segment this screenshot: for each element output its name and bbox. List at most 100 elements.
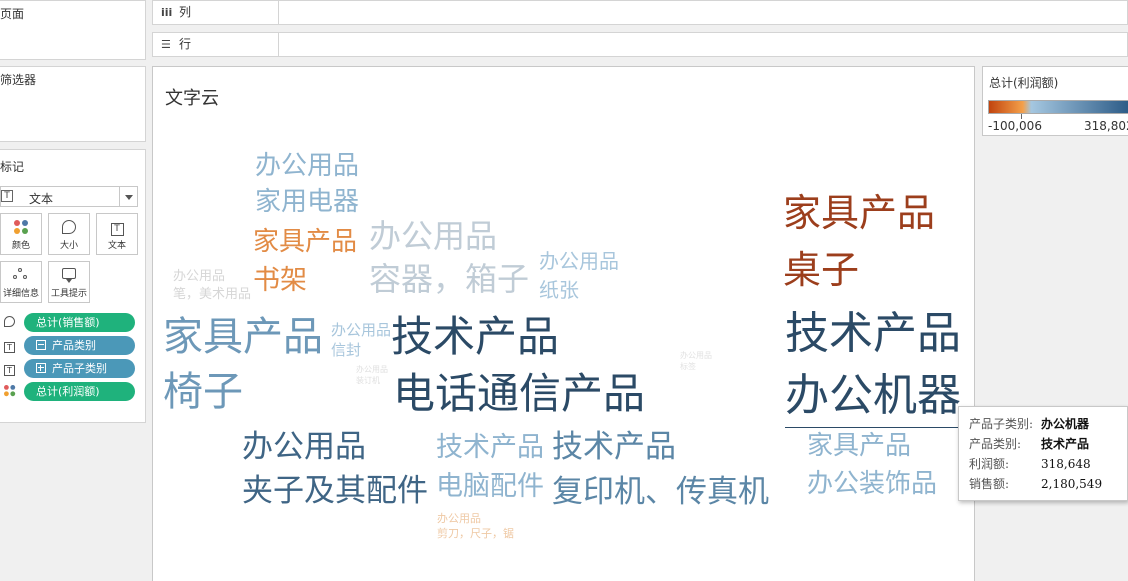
word-subcategory[interactable]: 复印机、传真机	[552, 477, 769, 508]
size-button-label: 大小	[59, 241, 78, 251]
color-legend[interactable]: 总计(利润额) -100,006 318,802	[982, 66, 1128, 136]
pages-title: 页面	[0, 7, 25, 21]
word-subcategory[interactable]: 笔，美术用品	[173, 288, 251, 301]
marks-field-subcategory[interactable]: T 产品子类别	[0, 359, 140, 379]
word-subcategory-selected[interactable]: 办公机器	[785, 374, 961, 418]
pill-sum-profit[interactable]: 总计(利润额)	[24, 382, 135, 401]
pill-category[interactable]: 产品类别	[24, 336, 135, 355]
word-category[interactable]: 办公用品	[356, 366, 388, 374]
marks-panel: 标记 T 文本 颜色 大小 T 文本 详细信息 工具提示 总计(销售额) T 产…	[0, 149, 146, 423]
word-subcategory[interactable]: 椅子	[163, 372, 243, 412]
mark-type-dropdown[interactable]: T 文本	[0, 186, 138, 207]
rows-shelf-label: ☰ 行	[153, 33, 279, 56]
pill-category-label: 产品类别	[52, 339, 96, 352]
word-category[interactable]: 办公用品	[255, 153, 359, 179]
filters-title: 筛选器	[0, 73, 37, 87]
tooltip-popup: 产品子类别: 办公机器 产品类别: 技术产品 利润额: 318,648 销售额: 2,1…	[958, 406, 1128, 501]
word-category[interactable]: 办公用品	[173, 270, 225, 283]
columns-label: 列	[179, 5, 192, 19]
rows-icon: ☰	[161, 38, 171, 51]
word-subcategory[interactable]: 电脑配件	[436, 473, 544, 500]
word-category[interactable]: 家具产品	[783, 194, 935, 232]
tooltip-button-label: 工具提示	[50, 289, 87, 299]
pill-subcategory[interactable]: 产品子类别	[24, 359, 135, 378]
detail-icon	[13, 268, 29, 280]
detail-button-label: 详细信息	[2, 289, 39, 299]
viz-title: 文字云	[165, 88, 219, 109]
color-icon	[14, 220, 28, 234]
word-category[interactable]: 办公用品	[331, 323, 391, 338]
tooltip-button[interactable]: 工具提示	[48, 261, 90, 303]
tooltip-value: 办公机器	[1041, 417, 1090, 431]
legend-max-value: 318,802	[1084, 119, 1128, 133]
chevron-down-icon[interactable]	[119, 187, 137, 206]
word-subcategory[interactable]: 纸张	[539, 280, 579, 300]
word-subcategory[interactable]: 标签	[680, 363, 696, 371]
marks-title: 标记	[0, 160, 25, 174]
word-subcategory[interactable]: 装订机	[356, 377, 380, 385]
word-subcategory[interactable]: 信封	[331, 343, 361, 358]
pill-sum-sales[interactable]: 总计(销售额)	[24, 313, 135, 332]
size-icon	[62, 220, 76, 234]
word-category[interactable]: 技术产品	[391, 316, 559, 358]
text-button[interactable]: T 文本	[96, 213, 138, 255]
rows-shelf[interactable]: ☰ 行	[152, 32, 1128, 57]
marks-field-profit[interactable]: 总计(利润额)	[0, 382, 140, 402]
text-icon: T	[110, 223, 124, 236]
color-button[interactable]: 颜色	[0, 213, 42, 255]
word-subcategory[interactable]: 书架	[253, 267, 307, 294]
detail-button[interactable]: 详细信息	[0, 261, 42, 303]
marks-field-sales[interactable]: 总计(销售额)	[0, 313, 140, 333]
columns-shelf-label: iii 列	[153, 1, 279, 24]
tooltip-row: 销售额: 2,180,549	[969, 475, 1127, 495]
tooltip-key: 产品类别:	[969, 437, 1022, 451]
word-category[interactable]: 办公用品	[680, 352, 712, 360]
filters-panel[interactable]: 筛选器	[0, 66, 146, 142]
columns-shelf[interactable]: iii 列	[152, 0, 1128, 25]
tooltip-icon	[62, 268, 76, 283]
legend-min-value: -100,006	[988, 119, 1042, 133]
legend-title: 总计(利润额)	[989, 76, 1059, 90]
word-category[interactable]: 办公用品	[242, 432, 366, 463]
word-category[interactable]: 技术产品	[785, 312, 961, 356]
word-subcategory[interactable]: 家用电器	[255, 189, 359, 215]
word-category[interactable]: 办公用品	[539, 251, 619, 271]
word-subcategory[interactable]: 办公装饰品	[807, 471, 937, 497]
word-category[interactable]: 办公用品	[369, 220, 497, 252]
color-button-label: 颜色	[11, 241, 30, 251]
columns-icon: iii	[161, 6, 173, 19]
legend-gradient-bar	[988, 100, 1128, 114]
expand-icon[interactable]	[36, 363, 46, 373]
tooltip-value: 2,180,549	[1041, 477, 1103, 491]
word-category[interactable]: 家具产品	[807, 433, 911, 459]
size-button[interactable]: 大小	[48, 213, 90, 255]
tooltip-key: 利润额:	[969, 457, 1010, 471]
text-icon: T	[4, 362, 18, 376]
tooltip-row: 产品子类别: 办公机器	[969, 415, 1127, 435]
word-subcategory[interactable]: 电话通信产品	[393, 373, 645, 415]
word-category[interactable]: 家具产品	[253, 229, 357, 255]
tooltip-key: 销售额:	[969, 477, 1010, 491]
marks-field-category[interactable]: T 产品类别	[0, 336, 140, 356]
pill-subcategory-label: 产品子类别	[52, 362, 107, 375]
word-category[interactable]: 技术产品	[436, 434, 544, 461]
tooltip-value: 318,648	[1041, 457, 1091, 471]
text-button-label: 文本	[107, 241, 126, 251]
word-category[interactable]: 办公用品	[437, 513, 481, 524]
word-cloud-view[interactable]: 文字云 办公用品 家用电器 家具产品 书架 办公用品 容器，箱子 办公用品 纸张…	[152, 66, 975, 581]
word-subcategory[interactable]: 容器，箱子	[369, 263, 529, 295]
word-subcategory[interactable]: 桌子	[783, 251, 859, 289]
word-subcategory[interactable]: 夹子及其配件	[242, 476, 428, 507]
word-subcategory[interactable]: 剪刀，尺子，锯	[437, 528, 514, 539]
collapse-icon[interactable]	[36, 340, 46, 350]
mark-type-label: 文本	[29, 192, 54, 206]
word-category[interactable]: 家具产品	[163, 317, 323, 357]
text-icon: T	[4, 339, 18, 353]
rows-label: 行	[179, 37, 192, 51]
text-mark-icon: T	[1, 190, 13, 202]
pages-panel: 页面	[0, 0, 146, 60]
word-category[interactable]: 技术产品	[552, 432, 676, 463]
tooltip-row: 利润额: 318,648	[969, 455, 1127, 475]
tooltip-row: 产品类别: 技术产品	[969, 435, 1127, 455]
tooltip-value: 技术产品	[1041, 437, 1090, 451]
